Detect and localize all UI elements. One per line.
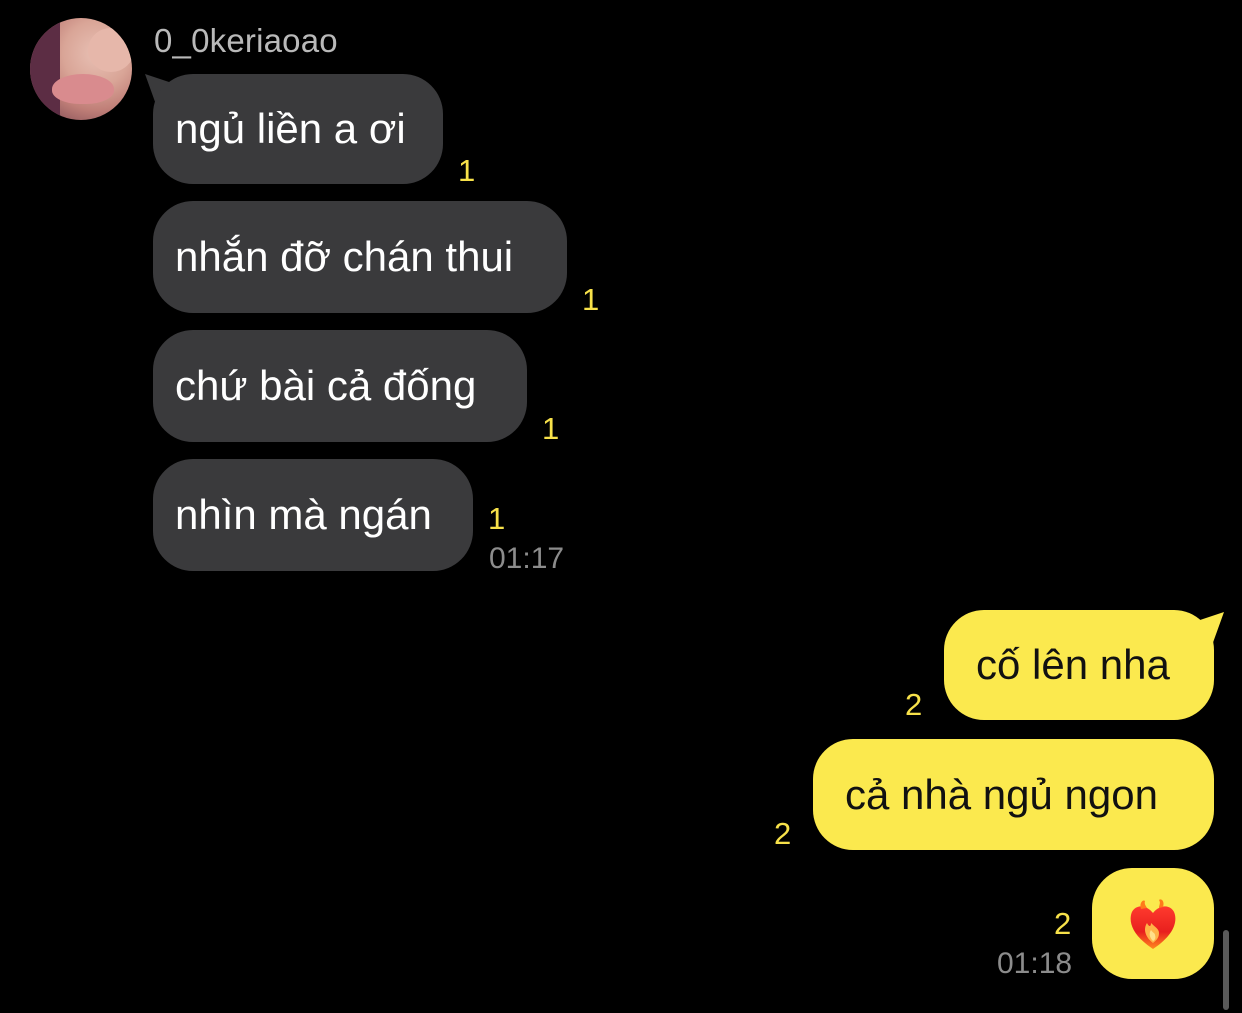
message-text: chứ bài cả đống — [175, 362, 477, 409]
heart-on-fire-icon — [1130, 899, 1176, 949]
outgoing-message[interactable]: cả nhà ngủ ngon — [813, 739, 1214, 850]
unread-count: 1 — [582, 282, 600, 317]
message-text: nhắn đỡ chán thui — [175, 233, 514, 280]
avatar-shade — [30, 18, 60, 120]
unread-count: 1 — [458, 153, 476, 188]
outgoing-message[interactable]: cố lên nha — [944, 610, 1214, 720]
unread-count: 2 — [905, 687, 923, 722]
avatar-lips — [52, 74, 114, 104]
message-text: ngủ liền a ơi — [175, 105, 406, 152]
scrollbar[interactable] — [1223, 930, 1229, 1010]
message-timestamp: 01:17 — [489, 542, 565, 575]
sender-avatar[interactable] — [30, 18, 132, 120]
unread-count: 1 — [542, 411, 560, 446]
sender-name[interactable]: 0_0keriaoao — [154, 22, 338, 60]
incoming-message[interactable]: ngủ liền a ơi — [153, 74, 443, 184]
incoming-message[interactable]: nhắn đỡ chán thui — [153, 201, 567, 313]
message-text: nhìn mà ngán — [175, 491, 432, 538]
message-text: cả nhà ngủ ngon — [845, 770, 1158, 818]
unread-count: 2 — [774, 816, 792, 851]
incoming-message[interactable]: nhìn mà ngán — [153, 459, 473, 571]
incoming-message[interactable]: chứ bài cả đống — [153, 330, 527, 442]
unread-count: 1 — [488, 501, 506, 536]
message-text: cố lên nha — [976, 641, 1170, 688]
unread-count: 2 — [1054, 906, 1072, 941]
message-timestamp: 01:18 — [997, 947, 1073, 980]
avatar-nose — [88, 28, 132, 72]
